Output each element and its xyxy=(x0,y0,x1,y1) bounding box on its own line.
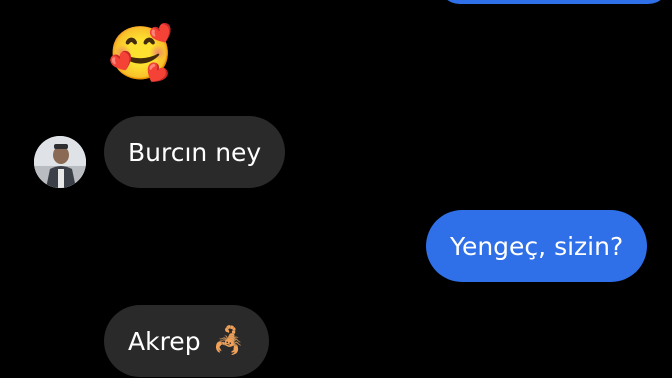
incoming-emoji-message[interactable]: 🥰 xyxy=(108,28,173,80)
message-text: Burcın ney xyxy=(128,137,262,167)
message-text: Yengeç, sizin? xyxy=(450,231,624,261)
message-text: Akrep xyxy=(128,326,201,356)
scorpion-icon: 🦂 xyxy=(212,326,245,356)
chat-thread: 🥰 Burcın ney Yengeç, sizin? Akrep 🦂 xyxy=(0,0,672,378)
smiling-face-with-hearts-icon: 🥰 xyxy=(108,24,173,84)
avatar[interactable] xyxy=(34,136,86,188)
incoming-message-bubble[interactable]: Burcın ney xyxy=(104,116,286,188)
incoming-message-bubble[interactable]: Akrep 🦂 xyxy=(104,305,269,377)
avatar-photo-icon xyxy=(34,136,86,188)
outgoing-message-bubble[interactable]: Yengeç, sizin? xyxy=(426,210,648,282)
outgoing-message-bubble-partial[interactable] xyxy=(438,0,670,4)
